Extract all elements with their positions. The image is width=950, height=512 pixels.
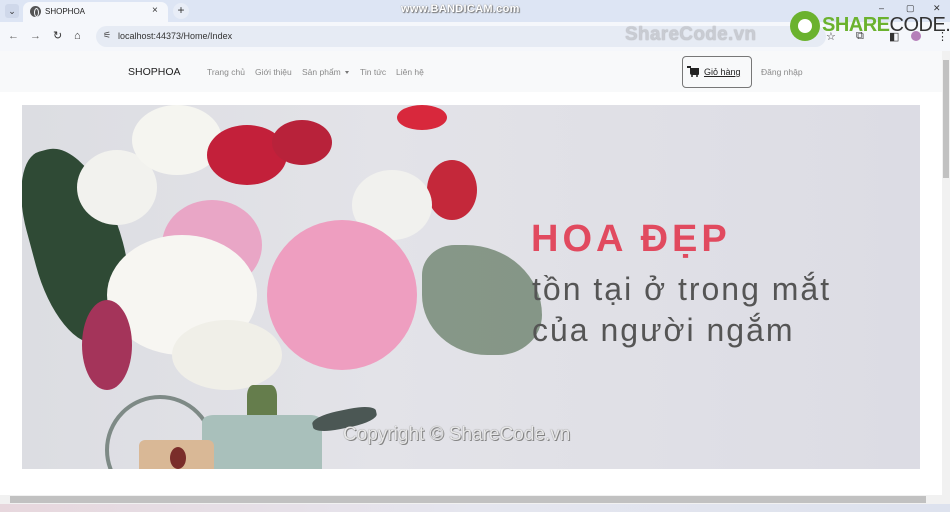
- tab-shophoa[interactable]: SHOPHOA ×: [23, 2, 168, 22]
- banner-tagline-line2: của người ngắm: [532, 312, 795, 348]
- logo-main-text: SHARE: [822, 14, 890, 36]
- nav-contact[interactable]: Liên hệ: [396, 67, 424, 77]
- leaves-shape: [422, 245, 542, 355]
- horizontal-scroll-thumb[interactable]: [10, 496, 926, 503]
- site-info-icon[interactable]: ⚟: [103, 30, 111, 41]
- red-carnation-shape: [427, 160, 477, 220]
- red-carnation-shape: [272, 120, 332, 165]
- pink-peony-shape: [267, 220, 417, 370]
- new-tab-button[interactable]: +: [173, 3, 189, 19]
- hero-banner: HOA ĐẸP tồn tại ở trong mắt của người ng…: [22, 105, 920, 469]
- cart-label: Giỏ hàng: [704, 67, 741, 77]
- forward-button[interactable]: →: [30, 29, 41, 43]
- white-flowers-shape: [172, 320, 282, 390]
- sharecode-logo-text: SHARECODE.vn: [822, 14, 950, 37]
- recorder-watermark: www.BANDICAM.com: [401, 3, 520, 15]
- caret-down-icon: [344, 71, 349, 75]
- os-taskbar: [0, 504, 950, 512]
- copyright-watermark: Copyright © ShareCode.vn: [343, 424, 571, 445]
- nav-products-dropdown[interactable]: Sản phẩm: [302, 67, 349, 77]
- tab-title: SHOPHOA: [45, 7, 86, 16]
- nav-about[interactable]: Giới thiệu: [255, 67, 292, 77]
- vertical-scrollbar[interactable]: [942, 51, 950, 495]
- nav-news[interactable]: Tin tức: [360, 67, 386, 77]
- reload-button[interactable]: ↻: [53, 29, 62, 43]
- horizontal-scrollbar[interactable]: [0, 495, 950, 504]
- cart-button[interactable]: Giỏ hàng: [682, 56, 752, 88]
- watering-can-shape: [202, 415, 322, 469]
- window-close-button[interactable]: ✕: [933, 3, 941, 14]
- vertical-scroll-thumb[interactable]: [943, 60, 949, 178]
- brand-link[interactable]: SHOPHOA: [128, 66, 181, 78]
- maximize-button[interactable]: ▢: [906, 3, 915, 14]
- logo-rest-text: CODE.vn: [889, 14, 950, 36]
- globe-icon: [30, 6, 41, 17]
- dark-pink-petal-shape: [82, 300, 132, 390]
- tag-heart-icon: [170, 447, 186, 469]
- banner-headline: HOA ĐẸP: [531, 218, 731, 260]
- back-button[interactable]: ←: [8, 29, 19, 43]
- sharecode-watermark: ShareCode.vn: [625, 24, 757, 45]
- banner-tagline-line1: tồn tại ở trong mắt: [532, 271, 832, 307]
- home-button[interactable]: ⌂: [74, 29, 81, 43]
- sharecode-logo-icon: [790, 11, 820, 41]
- nav-products-label: Sản phẩm: [302, 67, 341, 77]
- login-link[interactable]: Đăng nhập: [761, 67, 803, 77]
- tab-search-button[interactable]: ⌄: [5, 4, 19, 18]
- close-tab-icon[interactable]: ×: [152, 5, 158, 16]
- minimize-button[interactable]: –: [879, 3, 884, 13]
- red-carnation-shape: [397, 105, 447, 130]
- nav-home[interactable]: Trang chủ: [207, 67, 245, 77]
- site-navbar: SHOPHOA Trang chủ Giới thiệu Sản phẩm Ti…: [0, 51, 942, 92]
- url-text[interactable]: localhost:44373/Home/Index: [118, 31, 232, 41]
- cart-icon: [687, 66, 699, 77]
